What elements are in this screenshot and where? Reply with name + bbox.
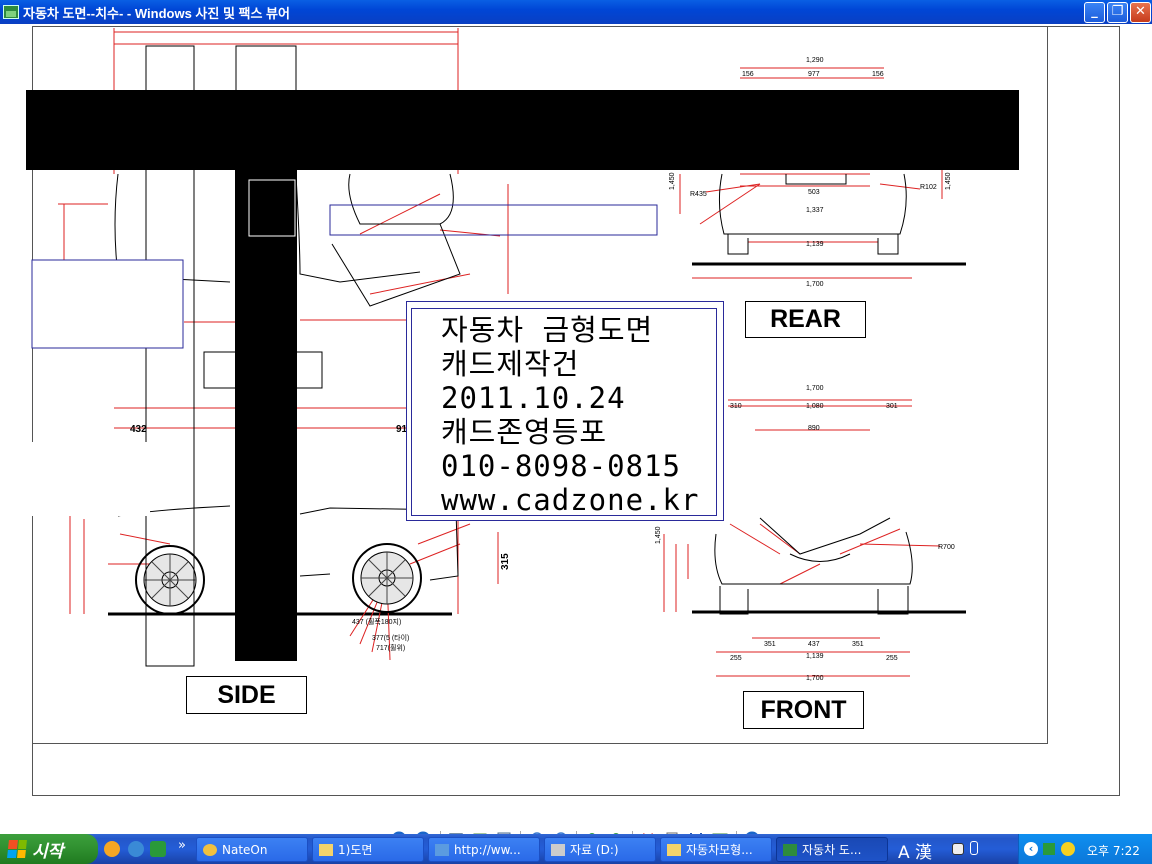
svg-text:1,450: 1,450 (669, 172, 676, 190)
svg-text:977: 977 (808, 71, 820, 78)
rear-view-label: REAR (745, 301, 866, 338)
quicklaunch-chevron-icon[interactable]: » (178, 838, 186, 853)
nateon-icon (203, 843, 217, 856)
svg-text:437 (휠폭180지): 437 (휠폭180지) (352, 617, 401, 626)
drive-icon (551, 843, 565, 856)
image-viewer-icon (3, 5, 19, 19)
title-block-line: www.cadzone.kr (441, 483, 700, 517)
title-block-inner: 자동차 금형도면 캐드제작건 2011.10.24 캐드존영등포 010-809… (411, 308, 717, 517)
title-block-line: 010-8098-0815 (441, 449, 681, 483)
task-label: 자동차모형... (686, 843, 753, 857)
svg-text:1,450: 1,450 (655, 526, 662, 544)
svg-text:890: 890 (808, 425, 820, 432)
window-title: 자동차 도면--치수- - Windows 사진 및 팩스 뷰어 (23, 5, 290, 21)
ime-options-icon[interactable] (970, 841, 978, 855)
taskbar: 시작 » NateOn 1)도면 http://ww... 자료 (D:) 자동… (0, 834, 1152, 864)
svg-text:1,080: 1,080 (806, 403, 824, 410)
svg-text:255: 255 (730, 655, 742, 662)
wheel-right (352, 543, 422, 613)
browser-icon (435, 843, 449, 856)
minimize-button[interactable]: _ (1084, 2, 1105, 23)
svg-text:432: 432 (130, 424, 147, 435)
task-folder-2[interactable]: 자동차모형... (660, 837, 772, 862)
svg-text:717(휠위): 717(휠위) (376, 643, 405, 652)
title-block-line: 캐드제작건 (441, 347, 580, 381)
svg-text:351: 351 (852, 641, 864, 648)
task-browser[interactable]: http://ww... (428, 837, 540, 862)
tray-app-icon[interactable] (1043, 843, 1055, 855)
tray-expand-icon[interactable]: ‹ (1024, 842, 1038, 856)
tray-messenger-icon[interactable] (1061, 842, 1075, 856)
windows-logo-icon (7, 840, 27, 858)
svg-text:1,700: 1,700 (806, 385, 824, 392)
clock[interactable]: 오후 7:22 (1087, 842, 1140, 859)
svg-text:1,700: 1,700 (806, 281, 824, 288)
quicklaunch-app-icon[interactable] (150, 841, 166, 857)
title-block-line: 2011.10.24 (441, 381, 626, 415)
start-label: 시작 (32, 841, 64, 861)
svg-text:1,290: 1,290 (806, 57, 824, 64)
svg-text:1,700: 1,700 (806, 675, 824, 682)
task-nateon[interactable]: NateOn (196, 837, 308, 862)
task-label: 1)도면 (338, 843, 373, 857)
maximize-button[interactable]: ❐ (1107, 2, 1128, 23)
task-label: 자동차 도... (802, 843, 862, 857)
svg-text:156: 156 (872, 71, 884, 78)
side-view-label: SIDE (186, 676, 307, 714)
svg-text:R700: R700 (938, 544, 955, 551)
svg-text:301: 301 (886, 403, 898, 410)
front-view-label: FRONT (743, 691, 864, 729)
image-viewer-icon (783, 843, 797, 856)
ime-help-icon[interactable] (952, 843, 964, 855)
task-label: http://ww... (454, 842, 521, 857)
svg-text:503: 503 (808, 189, 820, 196)
svg-text:1,139: 1,139 (806, 653, 824, 660)
svg-text:156: 156 (742, 71, 754, 78)
task-label: 자료 (D:) (570, 843, 619, 857)
image-view-area: 1,290 977 156 156 503 1,337 1,139 1,700 … (0, 24, 1152, 849)
svg-text:R435: R435 (690, 191, 707, 198)
title-block-line: 캐드존영등포 (441, 415, 608, 449)
svg-text:255: 255 (886, 655, 898, 662)
ime-indicator[interactable]: A 漢 (898, 838, 932, 863)
quicklaunch-clock-icon[interactable] (104, 841, 120, 857)
system-tray: ‹ 오후 7:22 (1018, 834, 1152, 864)
svg-text:437: 437 (808, 641, 820, 648)
task-label: NateOn (222, 842, 268, 857)
task-drive[interactable]: 자료 (D:) (544, 837, 656, 862)
quicklaunch-browser-icon[interactable] (128, 841, 144, 857)
svg-text:315: 315 (500, 553, 511, 570)
close-button[interactable]: ✕ (1130, 2, 1151, 23)
task-folder-1[interactable]: 1)도면 (312, 837, 424, 862)
svg-text:1,337: 1,337 (806, 207, 824, 214)
svg-text:1,139: 1,139 (806, 241, 824, 248)
folder-icon (319, 843, 333, 856)
svg-text:1,450: 1,450 (945, 172, 952, 190)
svg-text:351: 351 (764, 641, 776, 648)
title-bar: 자동차 도면--치수- - Windows 사진 및 팩스 뷰어 _ ❐ ✕ (0, 0, 1152, 24)
svg-text:R102: R102 (920, 184, 937, 191)
svg-text:310: 310 (730, 403, 742, 410)
title-block: 자동차 금형도면 캐드제작건 2011.10.24 캐드존영등포 010-809… (406, 301, 724, 521)
folder-icon (667, 843, 681, 856)
start-button[interactable]: 시작 (0, 834, 98, 864)
svg-text:377(5 (타이): 377(5 (타이) (372, 633, 409, 642)
title-block-line: 자동차 금형도면 (441, 313, 654, 347)
task-image-viewer[interactable]: 자동차 도... (776, 837, 888, 862)
